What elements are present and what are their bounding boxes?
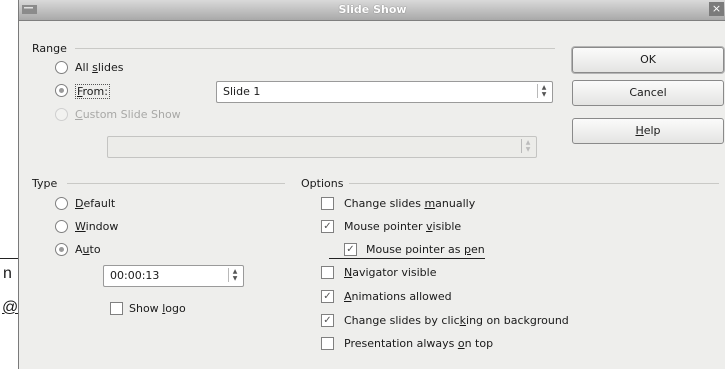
auto-radio[interactable] <box>55 243 68 256</box>
show-logo-label[interactable]: Show logo <box>129 302 186 315</box>
presentation-always-on-top-checkbox[interactable] <box>321 337 334 350</box>
show-logo-checkbox[interactable] <box>110 302 123 315</box>
pen-option-underline <box>329 258 485 259</box>
auto-label[interactable]: Auto <box>75 243 101 256</box>
custom-slide-show-select[interactable]: ▲ ▼ <box>107 136 537 158</box>
mouse-pointer-visible-checkbox[interactable]: ✓ <box>321 220 334 233</box>
navigator-visible-checkbox[interactable] <box>321 266 334 279</box>
help-button[interactable]: Help <box>572 118 724 144</box>
default-label[interactable]: Default <box>75 197 115 210</box>
from-label[interactable]: From: <box>75 84 110 99</box>
from-slide-select[interactable]: Slide 1 ▲ ▼ <box>216 81 553 103</box>
mouse-pointer-as-pen-checkbox[interactable]: ✓ <box>344 243 357 256</box>
cancel-button[interactable]: Cancel <box>572 80 724 106</box>
mouse-pointer-as-pen-label[interactable]: Mouse pointer as pen <box>366 243 485 256</box>
all-slides-label[interactable]: All slides <box>75 61 123 74</box>
ok-button[interactable]: OK <box>572 47 724 73</box>
window-radio[interactable] <box>55 220 68 233</box>
chevron-updown-icon[interactable]: ▲ ▼ <box>537 84 550 98</box>
change-slides-manually-label[interactable]: Change slides manually <box>344 197 475 210</box>
window-title: Slide Show <box>338 3 407 16</box>
change-slides-by-clicking-label[interactable]: Change slides by clicking on background <box>344 314 569 327</box>
range-divider <box>75 48 555 49</box>
options-divider <box>349 183 719 184</box>
range-section-label: Range <box>32 42 67 55</box>
mouse-pointer-visible-label[interactable]: Mouse pointer visible <box>344 220 461 233</box>
type-divider <box>67 183 285 184</box>
custom-slide-show-radio[interactable] <box>55 108 68 121</box>
background-text-at: @ <box>2 299 19 316</box>
change-slides-manually-checkbox[interactable] <box>321 197 334 210</box>
type-section-label: Type <box>32 177 58 190</box>
custom-slide-show-label[interactable]: Custom Slide Show <box>75 108 181 121</box>
chevron-updown-icon[interactable]: ▲ ▼ <box>521 139 534 153</box>
from-radio[interactable] <box>55 84 68 97</box>
title-bar[interactable]: Slide Show × <box>19 0 725 21</box>
from-slide-value: Slide 1 <box>223 85 261 98</box>
options-section-label: Options <box>301 177 344 190</box>
change-slides-by-clicking-checkbox[interactable]: ✓ <box>321 314 334 327</box>
background-text-n: n <box>3 265 12 282</box>
presentation-always-on-top-label[interactable]: Presentation always on top <box>344 337 493 350</box>
default-radio[interactable] <box>55 197 68 210</box>
auto-pause-time-value: 00:00:13 <box>110 269 160 282</box>
time-stepper-icon[interactable]: ▲ ▼ <box>228 268 241 282</box>
close-icon[interactable]: × <box>709 2 724 16</box>
navigator-visible-label[interactable]: Navigator visible <box>344 266 437 279</box>
animations-allowed-checkbox[interactable]: ✓ <box>321 290 334 303</box>
window-label[interactable]: Window <box>75 220 118 233</box>
animations-allowed-label[interactable]: Animations allowed <box>344 290 452 303</box>
auto-pause-time-field[interactable]: 00:00:13 ▲ ▼ <box>103 265 244 287</box>
slide-show-dialog: Slide Show × Range All slides From: Slid… <box>18 0 725 369</box>
all-slides-radio[interactable] <box>55 61 68 74</box>
